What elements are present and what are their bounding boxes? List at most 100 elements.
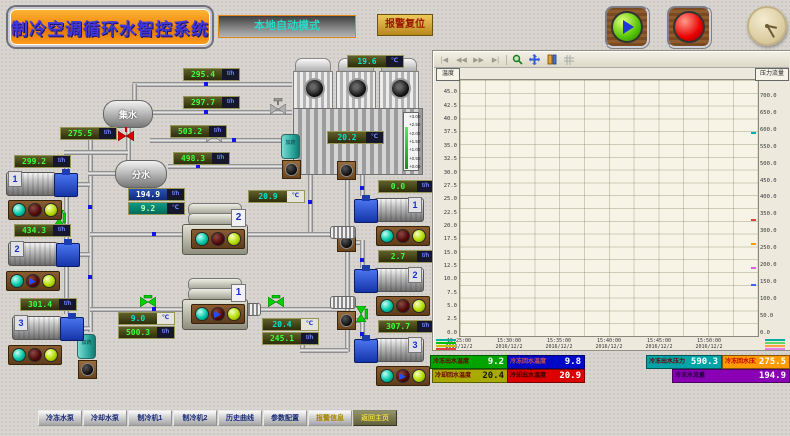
nav-chilled-pumps[interactable]: 冷冻水泵: [38, 410, 82, 426]
axis-tick-label: 5.0: [447, 303, 457, 309]
flow-readout: 503.2t/h: [170, 125, 227, 138]
flow-readout: 301.4t/h: [20, 298, 77, 311]
nav-chiller-1[interactable]: 制冷机1: [128, 410, 172, 426]
running-indicator-icon: ▶: [399, 370, 406, 382]
chiller-1[interactable]: 1 ▶: [182, 278, 248, 330]
pump-head: [354, 339, 378, 363]
right-pump-1[interactable]: 1: [352, 194, 424, 224]
status-lamp-green: [12, 348, 26, 362]
dosing-label: 加药: [285, 140, 295, 146]
level-tick: +3.00: [409, 114, 418, 119]
alarm-reset-button[interactable]: 报警复位: [377, 14, 433, 36]
axis-tick-label: 22.5: [444, 210, 457, 216]
pan-icon[interactable]: [528, 54, 541, 66]
nav-history-curve[interactable]: 历史曲线: [218, 410, 262, 426]
first-page-icon[interactable]: |◀: [438, 54, 451, 66]
legend-line-icon: [436, 348, 456, 350]
rewind-icon[interactable]: ◀◀: [455, 54, 468, 66]
chiller-2[interactable]: 2: [182, 203, 248, 255]
tile-label: 冷冻回水压力: [723, 356, 756, 368]
status-lamp-power: [227, 307, 241, 321]
pen-marker: [751, 132, 756, 134]
readout-value: 434.3: [15, 225, 53, 236]
grid-tool-icon[interactable]: [562, 54, 575, 66]
readout-value: 20.9: [249, 191, 287, 202]
left-pump-2[interactable]: 2: [8, 238, 80, 268]
pump-status-lights: ▶: [6, 271, 60, 291]
last-page-icon[interactable]: ▶|: [489, 54, 502, 66]
nav-chiller-2[interactable]: 制冷机2: [173, 410, 217, 426]
status-lamp-green: [380, 229, 394, 243]
legend-line-icon: [765, 345, 785, 347]
sensor-dot: [360, 258, 364, 262]
time-axis-label: 15:50:002016/12/2: [685, 338, 733, 350]
right-pump-2[interactable]: 2: [352, 264, 424, 294]
chart-toolbar: |◀ ◀◀ ▶▶ ▶|: [434, 52, 789, 68]
axis-tick-label: 10.0: [444, 276, 457, 282]
readout-value: 498.3: [174, 153, 212, 164]
chiller1-return-readout-block: 20.4℃ 245.1t/h: [262, 318, 319, 346]
cooling-tower-group[interactable]: +3.00 +2.50 +2.00 +1.50 +1.00 +0.50 +0.0…: [293, 58, 423, 175]
forward-icon[interactable]: ▶▶: [472, 54, 485, 66]
strainer: [78, 360, 97, 379]
nav-return-home[interactable]: 返回主页: [353, 410, 397, 426]
status-lamp-fault: [396, 299, 410, 313]
axis-tick-label: 300.0: [760, 228, 777, 234]
dosing-tank: 加药: [281, 134, 300, 159]
legend-line-icon: [436, 339, 456, 341]
readout-unit: ℃: [386, 56, 403, 67]
sensor-dot: [152, 232, 156, 236]
left-pump-3[interactable]: 3: [12, 312, 84, 342]
status-lamp-fault: [211, 232, 225, 246]
left-pump-1[interactable]: 1: [6, 168, 78, 198]
pipe: [88, 171, 117, 176]
date-text: 2016/12/2: [635, 344, 683, 350]
chiller-number: 2: [231, 209, 246, 227]
axis-tick-label: 200.0: [760, 262, 777, 268]
start-button[interactable]: [604, 5, 650, 49]
axis-tick-label: 500.0: [760, 161, 777, 167]
status-lamp-power: [412, 229, 426, 243]
green-valve[interactable]: [140, 295, 156, 307]
fan-icon: [304, 78, 325, 99]
pump-status-lights: [8, 345, 62, 365]
nav-cooling-pumps[interactable]: 冷却水泵: [83, 410, 127, 426]
cooling-tower[interactable]: [293, 58, 333, 110]
readout-unit: t/h: [167, 189, 184, 200]
pipe: [90, 232, 182, 237]
green-valve[interactable]: [268, 295, 284, 307]
zoom-icon[interactable]: [511, 54, 524, 66]
mode-display[interactable]: 本地自动模式: [218, 15, 356, 38]
value-tile: 冷冻出水压力590.3: [646, 355, 722, 369]
nav-alarm-info[interactable]: 报警信息: [308, 410, 352, 426]
readout-unit: t/h: [99, 128, 116, 139]
axis-tick-label: 35.0: [444, 143, 457, 149]
axis-tick-label: 40.0: [444, 116, 457, 122]
axis-tick-label: 17.5: [444, 236, 457, 242]
pen-marker: [751, 243, 756, 245]
actuator-valve[interactable]: [270, 98, 286, 114]
readout-value: 275.5: [61, 128, 99, 139]
green-valve[interactable]: [354, 306, 368, 322]
level-tick: +2.00: [409, 131, 418, 136]
cursor-tool-icon[interactable]: [545, 54, 558, 66]
readout-unit: t/h: [53, 156, 70, 167]
readout-value: 194.9: [129, 189, 167, 200]
level-tick: +1.00: [409, 147, 418, 152]
flow-readout: 295.4t/h: [183, 68, 240, 81]
strainer: [282, 160, 301, 179]
status-lamp-power: [44, 203, 58, 217]
readout-value: 297.7: [184, 97, 222, 108]
trend-plot-area[interactable]: [459, 79, 759, 337]
level-tick: +0.50: [409, 156, 418, 161]
nav-parameter-config[interactable]: 参数配置: [263, 410, 307, 426]
axis-tick-label: 7.5: [447, 290, 457, 296]
pipe: [88, 130, 93, 332]
right-axis-title: 压力流量: [755, 68, 789, 81]
stop-button[interactable]: [666, 5, 712, 49]
gate-valve-red[interactable]: [118, 127, 134, 141]
right-pump-3[interactable]: 3: [352, 334, 424, 364]
strainer-icon: [340, 314, 353, 327]
level-tick: +0.00: [409, 164, 418, 169]
axis-tick-label: 15.0: [444, 250, 457, 256]
